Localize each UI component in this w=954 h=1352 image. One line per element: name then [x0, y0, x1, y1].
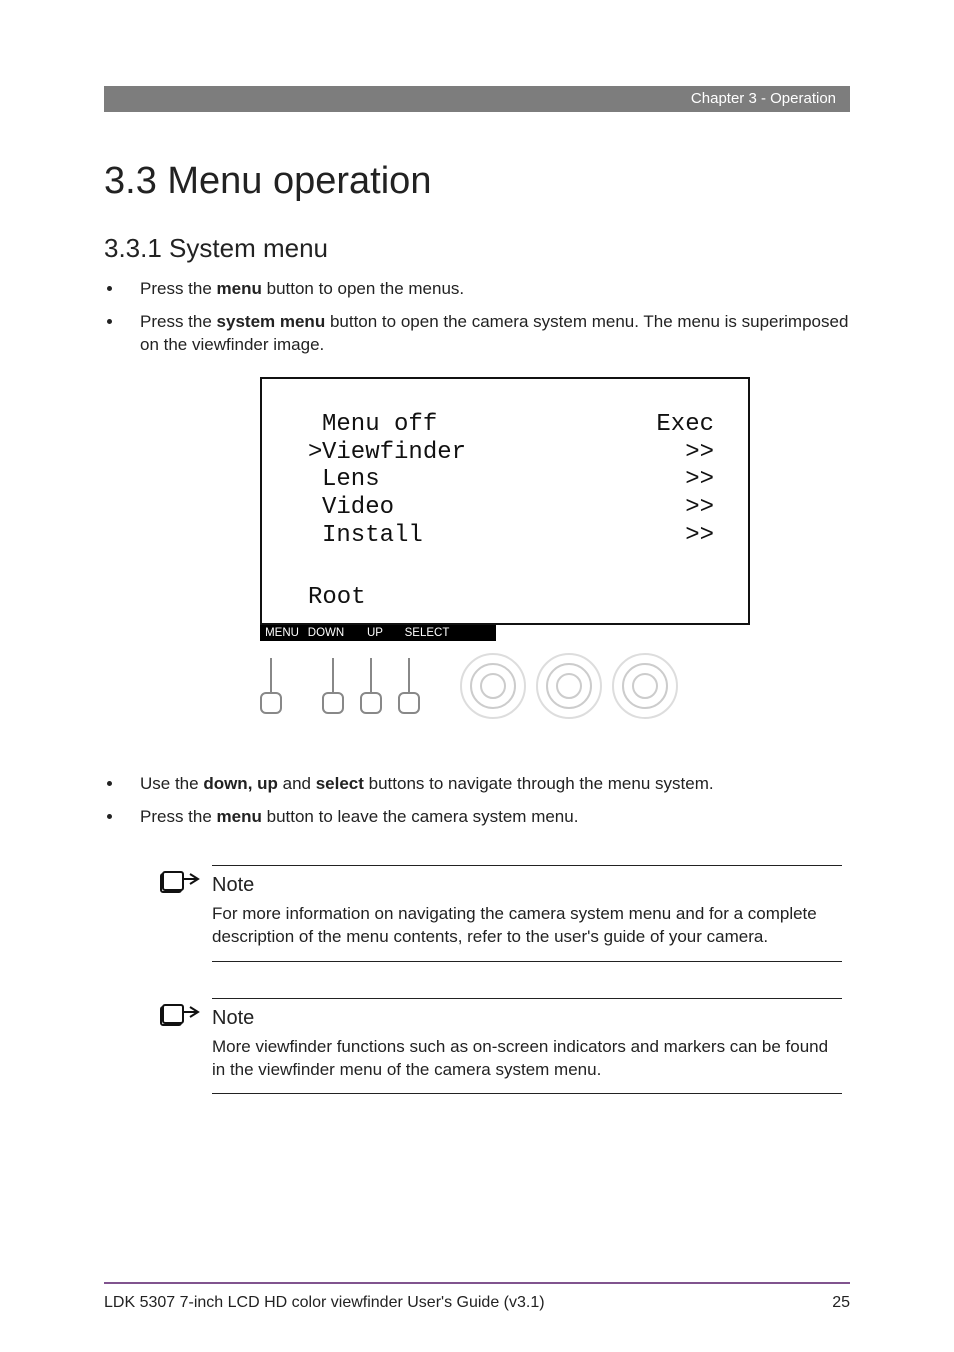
- list-item: Press the menu button to open the menus.: [124, 278, 850, 301]
- menu-row-value: >>: [640, 522, 714, 550]
- text: Press the: [140, 279, 217, 298]
- footer-title: LDK 5307 7-inch LCD HD color viewfinder …: [104, 1294, 545, 1312]
- menu-row-prefix: [308, 522, 322, 550]
- note-icon: [160, 1004, 200, 1028]
- page-footer: LDK 5307 7-inch LCD HD color viewfinder …: [104, 1282, 850, 1312]
- note-body: For more information on navigating the c…: [212, 903, 842, 949]
- menu-screen-figure: Menu off Exec >Viewfinder >> Lens >> Vid…: [260, 377, 750, 731]
- text: button to open the menus.: [262, 279, 464, 298]
- text-bold: down, up: [203, 774, 278, 793]
- menu-screen: Menu off Exec >Viewfinder >> Lens >> Vid…: [260, 377, 750, 625]
- down-label: DOWN: [300, 627, 352, 639]
- menu-row: Install >>: [322, 522, 714, 550]
- menu-root-label: Root: [308, 584, 714, 612]
- menu-row: Menu off Exec: [322, 411, 714, 439]
- text-bold: select: [316, 774, 364, 793]
- menu-row-label: Install: [322, 522, 423, 550]
- rotary-knob-icon: [534, 651, 604, 721]
- menu-row-value: Exec: [640, 411, 714, 439]
- down-button-icon: [322, 658, 344, 714]
- menu-row: Video >>: [322, 494, 714, 522]
- menu-row-label: Video: [322, 494, 394, 522]
- list-item: Press the system menu button to open the…: [124, 311, 850, 357]
- text: Press the: [140, 807, 217, 826]
- up-button-icon: [360, 658, 382, 714]
- select-label: SELECT: [398, 627, 456, 639]
- menu-row: Lens >>: [322, 466, 714, 494]
- instruction-list-after: Use the down, up and select buttons to n…: [104, 773, 850, 829]
- rotary-knob-icon: [458, 651, 528, 721]
- menu-row-label: Lens: [322, 466, 380, 494]
- note-body: More viewfinder functions such as on-scr…: [212, 1036, 842, 1082]
- list-item: Use the down, up and select buttons to n…: [124, 773, 850, 796]
- menu-row-label: Menu off: [322, 411, 437, 439]
- instruction-list-top: Press the menu button to open the menus.…: [104, 278, 850, 357]
- menu-row-prefix: [308, 466, 322, 494]
- text-bold: menu: [217, 279, 262, 298]
- controls-illustration: [260, 641, 750, 731]
- note-heading: Note: [212, 1007, 850, 1030]
- note-block: Note More viewfinder functions such as o…: [212, 998, 850, 1095]
- text: Use the: [140, 774, 203, 793]
- menu-row-label: Viewfinder: [322, 439, 466, 467]
- text-bold: system menu: [217, 312, 326, 331]
- menu-button-icon: [260, 658, 282, 714]
- rotary-knob-icon: [610, 651, 680, 721]
- menu-label: MENU: [264, 627, 300, 639]
- text: Press the: [140, 312, 217, 331]
- select-button-icon: [398, 658, 420, 714]
- menu-row-value: >>: [640, 494, 714, 522]
- note-heading: Note: [212, 874, 850, 897]
- section-title: 3.3 Menu operation: [104, 160, 850, 203]
- text: button to leave the camera system menu.: [262, 807, 579, 826]
- menu-row-prefix: >: [308, 439, 322, 467]
- chapter-bar: Chapter 3 - Operation: [104, 86, 850, 112]
- note-icon: [160, 871, 200, 895]
- menu-row: >Viewfinder >>: [322, 439, 714, 467]
- text: and: [278, 774, 316, 793]
- page-number: 25: [832, 1294, 850, 1312]
- menu-row-value: >>: [640, 466, 714, 494]
- subsection-title: 3.3.1 System menu: [104, 233, 850, 264]
- menu-row-prefix: [308, 494, 322, 522]
- text: buttons to navigate through the menu sys…: [364, 774, 714, 793]
- note-block: Note For more information on navigating …: [212, 865, 850, 962]
- up-label: UP: [352, 627, 398, 639]
- menu-row-prefix: [308, 411, 322, 439]
- list-item: Press the menu button to leave the camer…: [124, 806, 850, 829]
- button-labels-bar: MENU DOWN UP SELECT: [260, 625, 496, 641]
- text-bold: menu: [217, 807, 262, 826]
- menu-row-value: >>: [640, 439, 714, 467]
